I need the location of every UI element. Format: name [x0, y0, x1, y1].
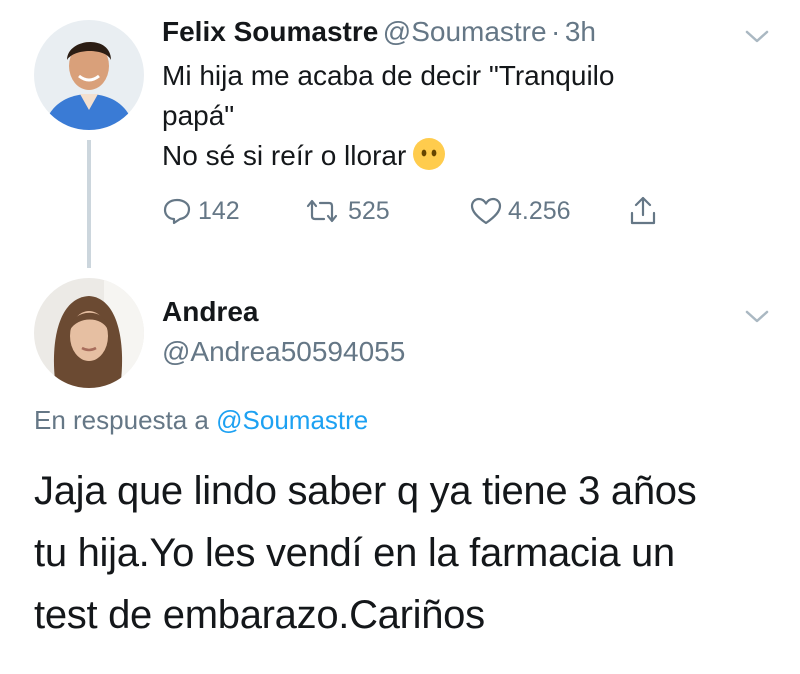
reply-tweet-text: Jaja que lindo saber q ya tiene 3 años t…: [34, 460, 697, 646]
tweet-actions: 142 525 4.256: [162, 195, 664, 227]
reply-tweet-header: Andrea @Andrea50594055: [162, 296, 405, 368]
tweet-text-line: tu hija.Yo les vendí en la farmacia un: [34, 531, 675, 575]
replying-to: En respuesta a @Soumastre: [34, 405, 368, 436]
chevron-down-icon[interactable]: [742, 302, 772, 332]
share-icon: [630, 196, 656, 225]
original-tweet-text: Mi hija me acaba de decir "Tranquilo pap…: [162, 56, 614, 176]
author-handle[interactable]: @Soumastre: [383, 16, 547, 47]
heart-icon: [470, 197, 502, 225]
chevron-down-icon[interactable]: [742, 22, 772, 52]
like-action[interactable]: 4.256: [470, 196, 628, 226]
retweet-count: 525: [348, 196, 390, 225]
tweet-text-line: No sé si reír o llorar: [162, 136, 614, 176]
author-handle[interactable]: @Andrea50594055: [162, 336, 405, 368]
replying-to-label: En respuesta a: [34, 405, 209, 435]
avatar-felix[interactable]: [34, 20, 144, 130]
tweet-text-line: papá": [162, 100, 235, 131]
tweet-timestamp[interactable]: 3h: [565, 16, 596, 47]
avatar-andrea[interactable]: [34, 278, 144, 388]
share-action[interactable]: [628, 195, 664, 227]
face-without-mouth-emoji: [413, 138, 446, 170]
separator-dot: ·: [551, 16, 561, 47]
author-name[interactable]: Andrea: [162, 296, 405, 328]
reply-count: 142: [198, 196, 240, 225]
tweet-text-line: Mi hija me acaba de decir "Tranquilo: [162, 60, 615, 91]
retweet-action[interactable]: 525: [302, 196, 470, 226]
tweet-text-line: Jaja que lindo saber q ya tiene 3 años: [34, 469, 697, 513]
retweet-icon: [306, 199, 338, 223]
reply-action[interactable]: 142: [162, 196, 302, 226]
tweet-text-line: test de embarazo.Cariños: [34, 593, 485, 637]
reply-icon: [163, 198, 191, 225]
like-count: 4.256: [508, 196, 571, 225]
replying-to-mention[interactable]: @Soumastre: [216, 405, 368, 435]
author-name[interactable]: Felix Soumastre: [162, 16, 378, 47]
original-tweet-header: Felix Soumastre @Soumastre · 3h: [162, 16, 596, 48]
thread-line: [87, 140, 91, 268]
